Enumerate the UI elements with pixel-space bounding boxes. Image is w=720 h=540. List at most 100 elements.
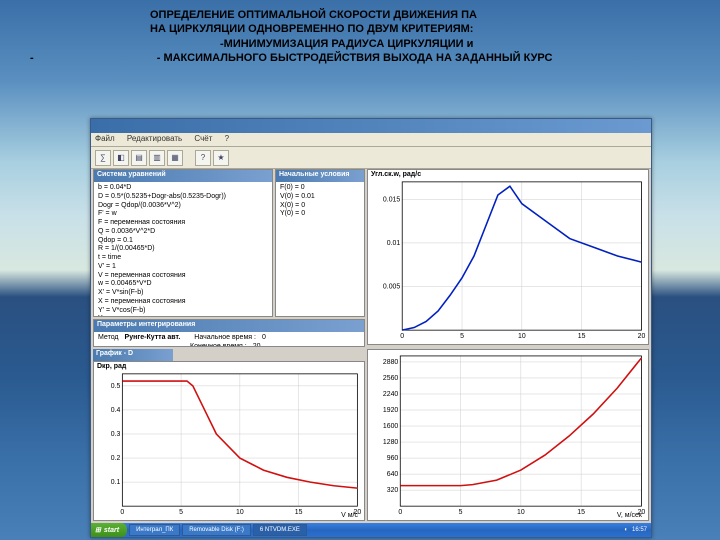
toolbar-button-1[interactable]: ∑ <box>95 150 111 166</box>
eq-line: Qdop = 0.1 <box>98 237 268 246</box>
toolbar-button-7[interactable]: ★ <box>213 150 229 166</box>
graph-d-header: График - D <box>93 349 173 361</box>
chart-d-svg: 051015200.10.20.30.40.5 <box>94 362 364 520</box>
menu-file[interactable]: Файл <box>95 134 115 143</box>
eq-line: V' = 1 <box>98 263 268 272</box>
t0-label: Начальное время : <box>194 334 256 343</box>
t1-label: Конечное время : <box>190 343 247 346</box>
svg-text:0: 0 <box>398 509 402 516</box>
ic-line: Y(0) = 0 <box>280 210 360 219</box>
panel-integration-params-body: Метод Рунге-Кутта авт. Начальное время :… <box>94 332 364 346</box>
taskbar-item-2[interactable]: Removable Disk (F:) <box>182 524 251 536</box>
ic-line: X(0) = 0 <box>280 202 360 211</box>
start-button[interactable]: ⊞ start <box>91 523 127 537</box>
panel-initial-conditions-body[interactable]: F(0) = 0V(0) = 0.01X(0) = 0Y(0) = 0 <box>276 182 364 316</box>
eq-line: F' = w <box>98 210 268 219</box>
panel-system-equations-header: Система уравнений <box>94 170 272 182</box>
svg-text:0.5: 0.5 <box>111 383 121 390</box>
svg-text:960: 960 <box>387 455 399 462</box>
title-line-2: НА ЦИРКУЛЯЦИИ ОДНОВРЕМЕННО ПО ДВУМ КРИТЕ… <box>150 22 720 36</box>
svg-text:0.01: 0.01 <box>387 240 401 247</box>
panel-integration-params: Параметры интегрирования Метод Рунге-Кут… <box>93 319 365 347</box>
system-tray[interactable]: ◐ 16:57 <box>620 527 651 533</box>
chart-angular-velocity: Угл.ск.w, рад/с 051015200.0050.010.015 <box>367 169 649 345</box>
svg-text:10: 10 <box>236 509 244 516</box>
eq-line: b = 0.04*D <box>98 184 268 193</box>
eq-line: R = 1/(0.00465*D) <box>98 245 268 254</box>
svg-text:5: 5 <box>460 333 464 340</box>
svg-text:2880: 2880 <box>383 359 399 366</box>
ic-line: F(0) = 0 <box>280 184 360 193</box>
svg-text:15: 15 <box>577 509 585 516</box>
svg-text:20: 20 <box>638 509 646 516</box>
svg-text:5: 5 <box>459 509 463 516</box>
t0-value[interactable]: 0 <box>262 334 266 343</box>
svg-text:0: 0 <box>120 509 124 516</box>
panel-integration-params-header: Параметры интегрирования <box>94 320 364 332</box>
svg-text:1600: 1600 <box>383 423 399 430</box>
panel-system-equations-body[interactable]: b = 0.04*DD = 0.5*(0.5235+Dogr-abs(0.523… <box>94 182 272 316</box>
svg-text:15: 15 <box>295 509 303 516</box>
eq-line: X' = V*sin(F-b) <box>98 289 268 298</box>
svg-text:10: 10 <box>517 509 525 516</box>
svg-text:0.2: 0.2 <box>111 455 121 462</box>
eq-line: Y' = V*cos(F-b) <box>98 307 268 316</box>
svg-text:0.4: 0.4 <box>111 407 121 414</box>
start-label: start <box>104 527 119 534</box>
clock: 16:57 <box>632 527 647 533</box>
toolbar: ∑ ◧ ▤ ▥ ▦ ? ★ <box>91 147 651 169</box>
menubar: Файл Редактировать Счёт ? <box>91 133 651 147</box>
svg-text:15: 15 <box>578 333 586 340</box>
toolbar-button-3[interactable]: ▤ <box>131 150 147 166</box>
menu-help[interactable]: ? <box>225 134 229 143</box>
taskbar: ⊞ start Интеграл_ПК Removable Disk (F:) … <box>91 523 651 537</box>
app-window: Файл Редактировать Счёт ? ∑ ◧ ▤ ▥ ▦ ? ★ … <box>90 118 652 538</box>
tray-icon: ◐ <box>624 527 628 533</box>
toolbar-button-5[interactable]: ▦ <box>167 150 183 166</box>
eq-line: F = переменная состояния <box>98 219 268 228</box>
toolbar-button-6[interactable]: ? <box>195 150 211 166</box>
window-titlebar[interactable] <box>91 119 651 133</box>
chart-radius: V, м/сек 0510152032064096012801600192022… <box>367 349 649 521</box>
t1-value[interactable]: 20 <box>253 343 261 346</box>
chart-d: Dкр, рад V м/с 051015200.10.20.30.40.5 <box>93 361 365 521</box>
svg-text:1280: 1280 <box>383 439 399 446</box>
eq-line: Dogr = Qdop/(0.0036*V^2) <box>98 202 268 211</box>
title-line-3: -МИНИМУМИЗАЦИЯ РАДИУСА ЦИРКУЛЯЦИИ и <box>150 37 720 51</box>
panel-initial-conditions-header: Начальные условия <box>276 170 364 182</box>
method-value[interactable]: Рунге-Кутта авт. <box>125 334 181 343</box>
menu-calc[interactable]: Счёт <box>194 134 212 143</box>
eq-line: Y = переменная состояния <box>98 315 268 316</box>
svg-text:10: 10 <box>518 333 526 340</box>
title-line-4: - - МАКСИМАЛЬНОГО БЫСТРОДЕЙСТВИЯ ВЫХОДА … <box>30 51 720 65</box>
svg-text:0.015: 0.015 <box>383 196 400 203</box>
svg-text:640: 640 <box>387 471 399 478</box>
svg-text:20: 20 <box>638 333 646 340</box>
chart-angular-velocity-svg: 0 5 10 15 20 0.005 0.01 0.015 <box>368 170 648 344</box>
chart-radius-svg: 0510152032064096012801600192022402560288… <box>368 350 648 520</box>
eq-line: V = переменная состояния <box>98 272 268 281</box>
svg-text:0.005: 0.005 <box>383 284 400 291</box>
taskbar-item-1[interactable]: Интеграл_ПК <box>129 524 180 536</box>
svg-text:5: 5 <box>179 509 183 516</box>
start-icon: ⊞ <box>95 526 101 534</box>
graph-d-header-wrap: График - D <box>93 349 365 361</box>
page-title: ОПРЕДЕЛЕНИЕ ОПТИМАЛЬНОЙ СКОРОСТИ ДВИЖЕНИ… <box>0 8 720 65</box>
eq-line: X = переменная состояния <box>98 298 268 307</box>
eq-line: w = 0.00465*V*D <box>98 280 268 289</box>
ic-line: V(0) = 0.01 <box>280 193 360 202</box>
eq-line: t = time <box>98 254 268 263</box>
title-line-1: ОПРЕДЕЛЕНИЕ ОПТИМАЛЬНОЙ СКОРОСТИ ДВИЖЕНИ… <box>150 8 720 22</box>
svg-text:20: 20 <box>354 509 362 516</box>
eq-line: D = 0.5*(0.5235+Dogr-abs(0.5235-Dogr)) <box>98 193 268 202</box>
panel-system-equations: Система уравнений b = 0.04*DD = 0.5*(0.5… <box>93 169 273 317</box>
toolbar-button-2[interactable]: ◧ <box>113 150 129 166</box>
toolbar-button-4[interactable]: ▥ <box>149 150 165 166</box>
svg-text:0.1: 0.1 <box>111 479 121 486</box>
menu-edit[interactable]: Редактировать <box>127 134 182 143</box>
svg-text:2560: 2560 <box>383 375 399 382</box>
svg-text:2240: 2240 <box>383 391 399 398</box>
panel-initial-conditions: Начальные условия F(0) = 0V(0) = 0.01X(0… <box>275 169 365 317</box>
svg-text:0: 0 <box>400 333 404 340</box>
taskbar-item-3[interactable]: 6 NTVDM.EXE <box>253 524 307 536</box>
